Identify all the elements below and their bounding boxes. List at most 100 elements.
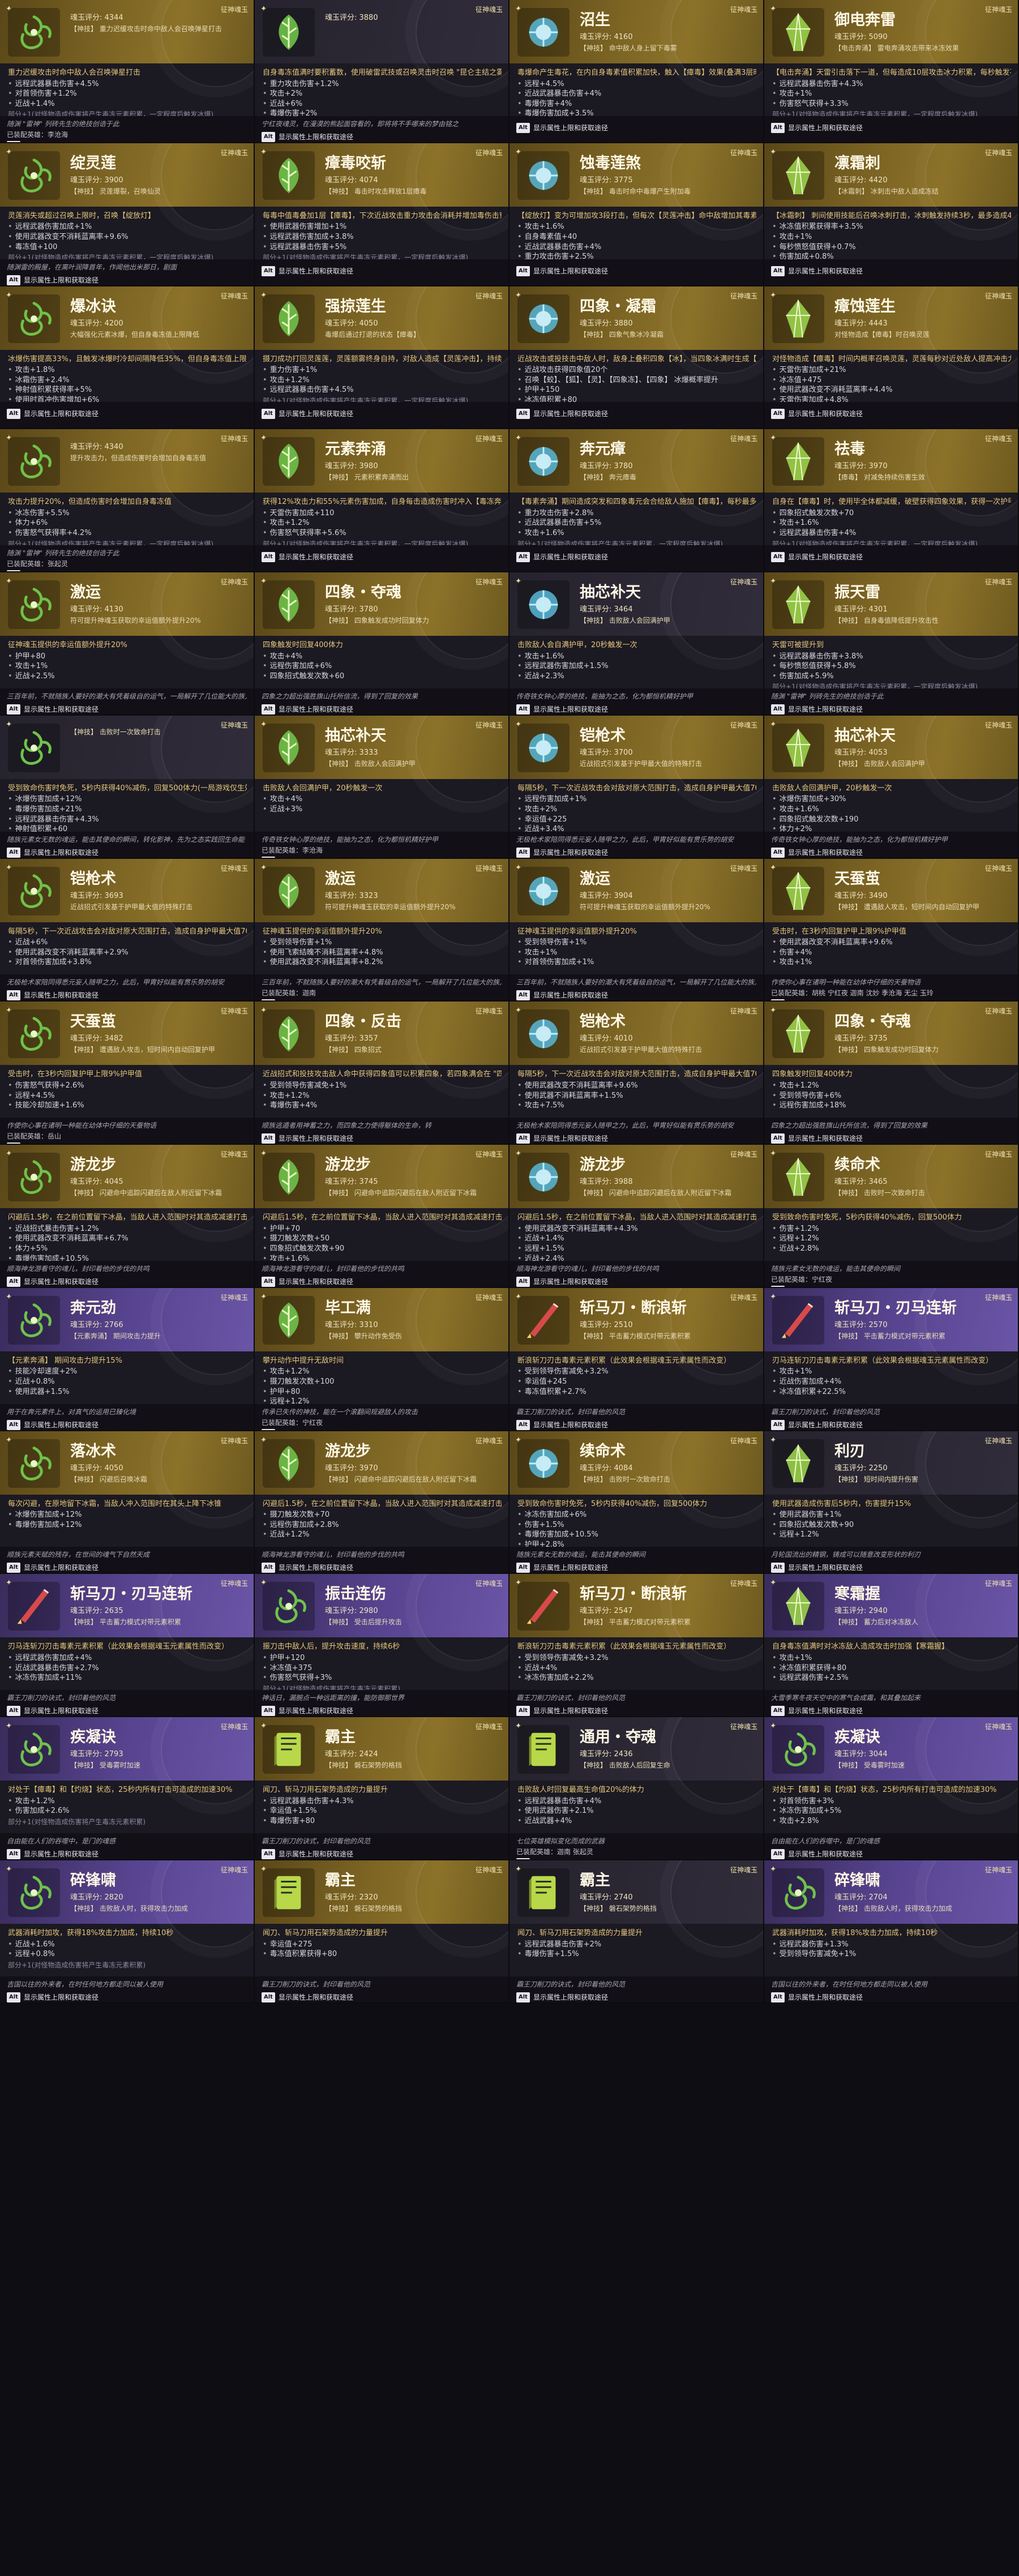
soul-jade-card-50[interactable]: ✦ 征神魂玉 霸主 魂玉评分: 2424 【神技】 磐石架势的格挡 闻刀、斩马刀… [255,1717,510,1860]
toggle-stats-button[interactable]: Alt 显示属性上限和获取途径 [516,847,608,858]
toggle-stats-button[interactable]: Alt 显示属性上限和获取途径 [516,552,608,563]
soul-jade-card-14[interactable]: ✦ 征神魂玉 元素奔涌 魂玉评分: 3980 【神技】 元素积累奔涌而出 获得1… [255,429,510,573]
toggle-stats-button[interactable]: Alt 显示属性上限和获取途径 [262,1992,353,2002]
toggle-stats-button[interactable]: Alt 显示属性上限和获取途径 [262,131,353,142]
soul-jade-card-12[interactable]: ✦ 征神魂玉 瘴蚀莲生 魂玉评分: 4443 对怪物造成【瘴毒】时召唤灵莲 对怪… [764,286,1019,430]
soul-jade-card-9[interactable]: ✦ 征神魂玉 爆冰诀 魂玉评分: 4200 大幅强化元素冰爆，但自身毒冻值上限降… [0,286,255,430]
soul-jade-card-29[interactable]: ✦ 征神魂玉 天蚕茧 魂玉评分: 3482 【神技】 遭遇敌人攻击，短时间内自动… [0,1002,255,1145]
soul-jade-card-56[interactable]: ✦ 征神魂玉 碎锋啸 魂玉评分: 2704 【神技】 击败敌人时，获得攻击力加成… [764,1860,1019,2004]
soul-jade-card-1[interactable]: ✦ 征神魂玉 魂玉评分: 4344 【神技】 重力迟缓攻击时命中敌人会召唤弹星打… [0,0,255,143]
soul-jade-card-8[interactable]: ✦ 征神魂玉 凛霜刺 魂玉评分: 4420 【冰霜刺】 冰刺击中敌人造成冻结 【… [764,143,1019,286]
soul-jade-card-46[interactable]: ✦ 征神魂玉 振击连伤 魂玉评分: 2980 【神技】 受击后提升攻击 振刀击中… [255,1574,510,1718]
toggle-stats-button[interactable]: Alt 显示属性上限和获取途径 [262,704,353,714]
soul-jade-card-37[interactable]: ✦ 征神魂玉 奔元劲 魂玉评分: 2766 【元素奔涌】 期间攻击力提升 【元素… [0,1287,255,1431]
toggle-stats-button[interactable]: Alt 显示属性上限和获取途径 [516,990,608,1001]
soul-jade-card-7[interactable]: ✦ 征神魂玉 蚀毒莲煞 魂玉评分: 3775 【神技】 毒击时命中毒爆产生附加毒… [510,143,764,286]
toggle-stats-button[interactable]: Alt 显示属性上限和获取途径 [262,409,353,420]
soul-jade-card-40[interactable]: ✦ 征神魂玉 斩马刀・刃马连斩 魂玉评分: 2570 【神技】 平击蓄力模式对带… [764,1287,1019,1431]
soul-jade-card-34[interactable]: ✦ 征神魂玉 游龙步 魂玉评分: 3745 【神技】 闪避命中追踪闪避后在敌人附… [255,1145,510,1288]
soul-jade-card-10[interactable]: ✦ 征神魂玉 强掠莲生 魂玉评分: 4050 毒爆后通过打退的状态【瘴毒】 摄刀… [255,286,510,430]
soul-jade-card-25[interactable]: ✦ 征神魂玉 铠枪术 魂玉评分: 3693 近战招式引发基于护甲最大值的特殊打击… [0,858,255,1002]
soul-jade-card-23[interactable]: ✦ 征神魂玉 铠枪术 魂玉评分: 3700 近战招式引发基于护甲最大值的特殊打击… [510,715,764,859]
soul-jade-card-53[interactable]: ✦ 征神魂玉 碎锋啸 魂玉评分: 2820 【神技】 击败敌人时，获得攻击力加成… [0,1860,255,2004]
toggle-stats-button[interactable]: Alt 显示属性上限和获取途径 [7,1706,99,1717]
soul-jade-card-28[interactable]: ✦ 征神魂玉 天蚕茧 魂玉评分: 3490 【神技】 遭遇敌人攻击，短时间内自动… [764,858,1019,1002]
toggle-stats-button[interactable]: Alt 显示属性上限和获取途径 [771,1992,863,2002]
toggle-stats-button[interactable]: Alt 显示属性上限和获取途径 [7,1848,99,1859]
soul-jade-card-16[interactable]: ✦ 征神魂玉 祛毒 魂玉评分: 3970 【瘴毒】 对减免持续伤害生效 自身在【… [764,429,1019,573]
toggle-stats-button[interactable]: Alt 显示属性上限和获取途径 [771,704,863,714]
soul-jade-card-52[interactable]: ✦ 征神魂玉 疾凝诀 魂玉评分: 3044 【神技】 受毒雾时加速 对处于【瘴毒… [764,1717,1019,1860]
toggle-stats-button[interactable]: Alt 显示属性上限和获取途径 [7,1992,99,2002]
toggle-stats-button[interactable]: Alt 显示属性上限和获取途径 [771,1563,863,1573]
toggle-stats-button[interactable]: Alt 显示属性上限和获取途径 [7,275,99,285]
toggle-stats-button[interactable]: Alt 显示属性上限和获取途径 [516,1276,608,1287]
toggle-stats-button[interactable]: Alt 显示属性上限和获取途径 [262,552,353,563]
soul-jade-card-24[interactable]: ✦ 征神魂玉 抽芯补天 魂玉评分: 4053 【神技】 击败敌人会回满护甲 击败… [764,715,1019,859]
soul-jade-card-51[interactable]: ✦ 征神魂玉 通用・夺魂 魂玉评分: 2436 【神技】 击败敌人后回复生命 击… [510,1717,764,1860]
toggle-stats-button[interactable]: Alt 显示属性上限和获取途径 [516,1133,608,1144]
soul-jade-card-27[interactable]: ✦ 征神魂玉 激运 魂玉评分: 3904 符可提升神魂玉获取的幸运值额外提升20… [510,858,764,1002]
soul-jade-card-11[interactable]: ✦ 征神魂玉 四象・凝霜 魂玉评分: 3880 【神技】 四象气象冰冷凝霜 近战… [510,286,764,430]
soul-jade-card-18[interactable]: ✦ 征神魂玉 四象・夺魂 魂玉评分: 3780 【神技】 四象触发成功时回复体力… [255,572,510,716]
toggle-stats-button[interactable]: Alt 显示属性上限和获取途径 [7,1419,99,1430]
soul-jade-card-4[interactable]: ✦ 征神魂玉 御电奔雷 魂玉评分: 5090 【电击奔涌】 雷电奔涌攻击带来冰冻… [764,0,1019,143]
toggle-stats-button[interactable]: Alt 显示属性上限和获取途径 [516,1992,608,2002]
toggle-stats-button[interactable]: Alt 显示属性上限和获取途径 [7,990,99,1001]
toggle-stats-button[interactable]: Alt 显示属性上限和获取途径 [516,704,608,714]
toggle-stats-button[interactable]: Alt 显示属性上限和获取途径 [7,409,99,420]
soul-jade-card-33[interactable]: ✦ 征神魂玉 游龙步 魂玉评分: 4045 【神技】 闪避命中追踪闪避后在敌人附… [0,1145,255,1288]
soul-jade-card-30[interactable]: ✦ 征神魂玉 四象・反击 魂玉评分: 3357 【神技】 四象招式 近战招式和投… [255,1002,510,1145]
toggle-stats-button[interactable]: Alt 显示属性上限和获取途径 [7,847,99,858]
toggle-stats-button[interactable]: Alt 显示属性上限和获取途径 [516,1419,608,1430]
toggle-stats-button[interactable]: Alt 显示属性上限和获取途径 [262,1706,353,1717]
soul-jade-card-43[interactable]: ✦ 征神魂玉 续命术 魂玉评分: 4084 【神技】 击败时一次致命打击 受到致… [510,1431,764,1574]
toggle-stats-button[interactable]: Alt 显示属性上限和获取途径 [262,1133,353,1144]
soul-jade-card-54[interactable]: ✦ 征神魂玉 霸主 魂玉评分: 2320 【神技】 磐石架势的格挡 闻刀、斩马刀… [255,1860,510,2004]
toggle-stats-button[interactable]: Alt 显示属性上限和获取途径 [771,1848,863,1859]
toggle-stats-button[interactable]: Alt 显示属性上限和获取途径 [516,1706,608,1717]
toggle-stats-button[interactable]: Alt 显示属性上限和获取途径 [7,704,99,714]
soul-jade-card-39[interactable]: ✦ 征神魂玉 斩马刀・断浪斩 魂玉评分: 2510 【神技】 平击蓄力模式对带元… [510,1287,764,1431]
toggle-stats-button[interactable]: Alt 显示属性上限和获取途径 [771,552,863,563]
soul-jade-card-38[interactable]: ✦ 征神魂玉 毕工满 魂玉评分: 3310 【神技】 攀升动作免受伤 攀升动作中… [255,1287,510,1431]
soul-jade-card-32[interactable]: ✦ 征神魂玉 四象・夺魂 魂玉评分: 3735 【神技】 四象触发成功时回复体力… [764,1002,1019,1145]
soul-jade-card-17[interactable]: ✦ 征神魂玉 激运 魂玉评分: 4130 符可提升神魂玉获取的幸运值额外提升20… [0,572,255,716]
soul-jade-card-42[interactable]: ✦ 征神魂玉 游龙步 魂玉评分: 3970 【神技】 闪避命中追踪闪避后在敌人附… [255,1431,510,1574]
toggle-stats-button[interactable]: Alt 显示属性上限和获取途径 [771,1706,863,1717]
soul-jade-card-35[interactable]: ✦ 征神魂玉 游龙步 魂玉评分: 3988 【神技】 闪避命中追踪闪避后在敌人附… [510,1145,764,1288]
toggle-stats-button[interactable]: Alt 显示属性上限和获取途径 [771,266,863,276]
toggle-stats-button[interactable]: Alt 显示属性上限和获取途径 [262,1563,353,1573]
soul-jade-card-6[interactable]: ✦ 征神魂玉 瘴毒咬斩 魂玉评分: 4074 【神技】 毒击时攻击释放1层瘴毒 … [255,143,510,286]
soul-jade-card-44[interactable]: ✦ 征神魂玉 利刃 魂玉评分: 2250 【神技】 短时间内提升伤害 使用武器造… [764,1431,1019,1574]
soul-jade-card-20[interactable]: ✦ 征神魂玉 振天雷 魂玉评分: 4301 【神技】 自身毒值降低提升攻击性 天… [764,572,1019,716]
soul-jade-card-48[interactable]: ✦ 征神魂玉 寒霜握 魂玉评分: 2940 【神技】 蓄力后对冰冻敌人 自身毒冻… [764,1574,1019,1718]
soul-jade-card-26[interactable]: ✦ 征神魂玉 激运 魂玉评分: 3323 符可提升神魂玉获取的幸运值额外提升20… [255,858,510,1002]
toggle-stats-button[interactable]: Alt 显示属性上限和获取途径 [516,409,608,420]
toggle-stats-button[interactable]: Alt 显示属性上限和获取途径 [516,1563,608,1573]
toggle-stats-button[interactable]: Alt 显示属性上限和获取途径 [771,847,863,858]
soul-jade-card-13[interactable]: ✦ 征神魂玉 魂玉评分: 4340 提升攻击力，但造成伤害时会增加自身毒冻值 攻… [0,429,255,573]
toggle-stats-button[interactable]: Alt 显示属性上限和获取途径 [771,409,863,420]
toggle-stats-button[interactable]: Alt 显示属性上限和获取途径 [771,122,863,133]
toggle-stats-button[interactable]: Alt 显示属性上限和获取途径 [7,1563,99,1573]
toggle-stats-button[interactable]: Alt 显示属性上限和获取途径 [516,122,608,133]
soul-jade-card-15[interactable]: ✦ 征神魂玉 奔元瘴 魂玉评分: 3780 【神技】 奔元瘴毒 【毒素奔涌】期间… [510,429,764,573]
toggle-stats-button[interactable]: Alt 显示属性上限和获取途径 [262,266,353,276]
soul-jade-card-2[interactable]: ✦ 征神魂玉 魂玉评分: 3880 自身毒冻值满时要积蓄数，使用破雷武技或召唤灵… [255,0,510,143]
soul-jade-card-47[interactable]: ✦ 征神魂玉 斩马刀・断浪斩 魂玉评分: 2547 【神技】 平击蓄力模式对带元… [510,1574,764,1718]
toggle-stats-button[interactable]: Alt 显示属性上限和获取途径 [516,266,608,276]
soul-jade-card-3[interactable]: ✦ 征神魂玉 沼生 魂玉评分: 4160 【神技】 命中敌人身上留下毒雾 毒爆命… [510,0,764,143]
soul-jade-card-31[interactable]: ✦ 征神魂玉 铠枪术 魂玉评分: 4010 近战招式引发基于护甲最大值的特殊打击… [510,1002,764,1145]
soul-jade-card-55[interactable]: ✦ 征神魂玉 霸主 魂玉评分: 2740 【神技】 磐石架势的格挡 闻刀、斩马刀… [510,1860,764,2004]
toggle-stats-button[interactable]: Alt 显示属性上限和获取途径 [262,1276,353,1287]
toggle-stats-button[interactable]: Alt 显示属性上限和获取途径 [771,1419,863,1430]
soul-jade-card-22[interactable]: ✦ 征神魂玉 抽芯补天 魂玉评分: 3333 【神技】 击败敌人会回满护甲 击败… [255,715,510,859]
soul-jade-card-49[interactable]: ✦ 征神魂玉 疾凝诀 魂玉评分: 2793 【神技】 受毒雾时加速 对处于【瘴毒… [0,1717,255,1860]
soul-jade-card-21[interactable]: ✦ 征神魂玉 【神技】 击败时一次致命打击 受到致命伤害时免死，5秒内获得40%… [0,715,255,859]
soul-jade-card-5[interactable]: ✦ 征神魂玉 绽灵莲 魂玉评分: 3900 【神技】 灵莲爆裂，召唤仙灵 灵莲消… [0,143,255,286]
toggle-stats-button[interactable]: Alt 显示属性上限和获取途径 [7,1276,99,1287]
soul-jade-card-41[interactable]: ✦ 征神魂玉 落冰术 魂玉评分: 4050 【神技】 闪避后召唤冰霜 每次闪避，… [0,1431,255,1574]
toggle-stats-button[interactable]: Alt 显示属性上限和获取途径 [262,1848,353,1859]
soul-jade-card-19[interactable]: ✦ 征神魂玉 抽芯补天 魂玉评分: 3464 【神技】 击败敌人会回满护甲 击败… [510,572,764,716]
